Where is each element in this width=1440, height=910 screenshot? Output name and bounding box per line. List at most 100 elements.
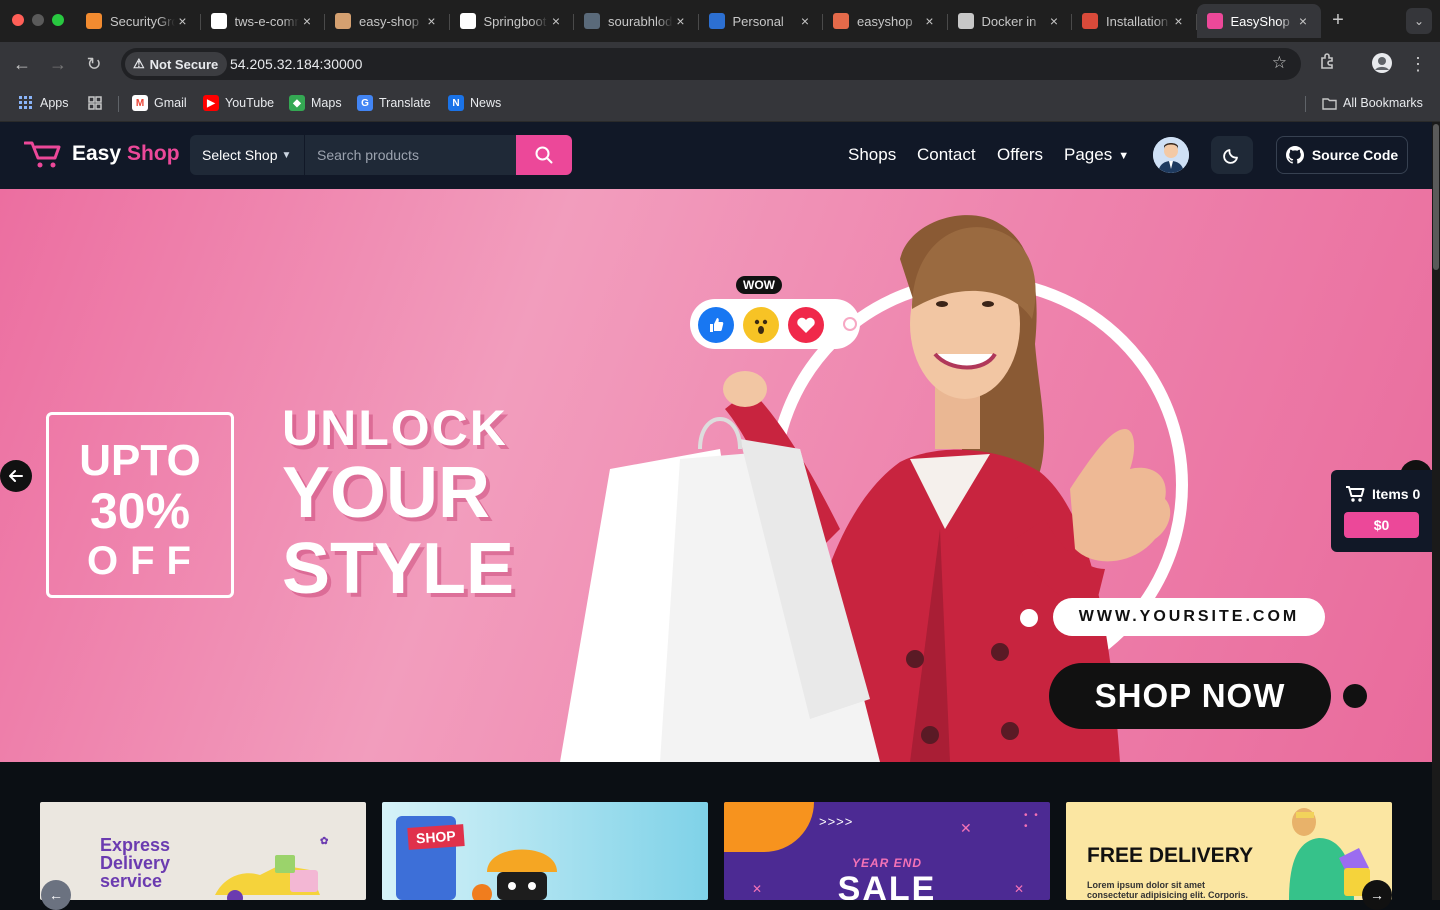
cart-icon bbox=[1346, 486, 1365, 502]
circle-icon bbox=[584, 13, 600, 29]
browser-tab[interactable]: Docker in × bbox=[948, 4, 1072, 38]
card3-subtitle: YEAR END bbox=[851, 856, 922, 870]
site-logo[interactable]: Easy Shop bbox=[24, 139, 180, 169]
all-bookmarks-button[interactable]: All Bookmarks bbox=[1321, 95, 1423, 111]
card4-title: FREE DELIVERY bbox=[1087, 844, 1254, 867]
tab-title: EasyShop bbox=[1230, 13, 1290, 29]
page-scrollbar[interactable] bbox=[1432, 122, 1440, 900]
news-icon: N bbox=[448, 95, 464, 111]
floating-cart-widget[interactable]: Items 0 $0 bbox=[1331, 470, 1432, 552]
bookmark-label: YouTube bbox=[225, 96, 275, 110]
gmail-icon: M bbox=[132, 95, 148, 111]
reload-button[interactable]: ↻ bbox=[82, 52, 106, 76]
maximize-window-button[interactable] bbox=[52, 14, 64, 26]
chevrons-decoration: >>>> bbox=[819, 814, 854, 829]
product-search-bar: Select Shop ▼ bbox=[190, 135, 572, 175]
openai-icon bbox=[957, 13, 974, 29]
minimize-window-button[interactable] bbox=[32, 14, 44, 26]
promo-card-express-delivery[interactable]: Express Delivery service ✿ bbox=[40, 802, 366, 900]
bookmark-label: Translate bbox=[379, 96, 431, 110]
card4-subtitle-line-1: Lorem ipsum dolor sit amet bbox=[1087, 880, 1206, 890]
promo-card-free-delivery[interactable]: FREE DELIVERY Lorem ipsum dolor sit amet… bbox=[1066, 802, 1392, 900]
bookmark-divider bbox=[118, 96, 119, 112]
browser-toolbar: ← → ↻ ⚠ Not Secure 54.205.32.184:30000 ☆… bbox=[0, 42, 1440, 86]
close-tab-icon[interactable]: × bbox=[673, 13, 689, 29]
tab-title: Docker in bbox=[981, 13, 1037, 29]
url-text[interactable]: 54.205.32.184:30000 bbox=[230, 56, 362, 72]
search-input[interactable] bbox=[304, 135, 516, 175]
tab-groups-icon bbox=[87, 95, 103, 111]
cart-total: $0 bbox=[1344, 512, 1419, 538]
select-shop-dropdown[interactable]: Select Shop ▼ bbox=[190, 135, 304, 175]
headline-line-3: STYLE bbox=[282, 529, 515, 609]
nav-link-pages[interactable]: Pages ▼ bbox=[1064, 145, 1129, 165]
github-icon bbox=[210, 13, 227, 29]
browser-tab[interactable]: Personal × bbox=[699, 4, 823, 38]
hero-prev-arrow[interactable] bbox=[0, 460, 32, 492]
youtube-icon: ▶ bbox=[203, 95, 219, 111]
browser-tab[interactable]: EasyShop × bbox=[1196, 4, 1321, 38]
nav-link-offers[interactable]: Offers bbox=[997, 145, 1043, 165]
website-url-pill: WWW.YOURSITE.COM bbox=[1053, 598, 1325, 636]
shop-badge: SHOP bbox=[407, 824, 465, 850]
back-button[interactable]: ← bbox=[10, 52, 34, 76]
browser-tab[interactable]: Springboot × bbox=[450, 4, 574, 38]
close-tab-icon[interactable]: × bbox=[424, 13, 440, 29]
cards-next-arrow[interactable]: → bbox=[1362, 880, 1392, 910]
dark-mode-toggle[interactable] bbox=[1211, 136, 1253, 174]
cards-prev-arrow[interactable]: ← bbox=[41, 880, 71, 910]
scrollbar-thumb[interactable] bbox=[1433, 124, 1439, 270]
new-tab-button[interactable]: + bbox=[1326, 8, 1350, 32]
bookmark-news[interactable]: N News bbox=[448, 95, 501, 111]
extensions-icon[interactable] bbox=[1316, 52, 1340, 76]
dots-decoration: • • • bbox=[1024, 810, 1040, 832]
tab-title: Installation bbox=[1106, 13, 1169, 29]
bookmark-label: Apps bbox=[40, 96, 69, 110]
shop-now-button[interactable]: SHOP NOW bbox=[1049, 663, 1331, 729]
close-tab-icon[interactable]: × bbox=[299, 13, 315, 29]
search-button[interactable] bbox=[516, 135, 572, 175]
close-tab-icon[interactable]: × bbox=[797, 13, 813, 29]
close-tab-icon[interactable]: × bbox=[175, 13, 191, 29]
bookmark-apps[interactable]: Apps bbox=[18, 95, 69, 111]
sparkle-icon: ✕ bbox=[1014, 882, 1025, 896]
github-icon bbox=[459, 13, 476, 29]
close-tab-icon[interactable]: × bbox=[922, 13, 938, 29]
reaction-bubble bbox=[690, 299, 860, 349]
card4-subtitle-line-2: consectetur adipisicing elit. Corporis. bbox=[1087, 890, 1249, 900]
source-code-button[interactable]: Source Code bbox=[1276, 136, 1408, 174]
close-tab-icon[interactable]: × bbox=[1295, 13, 1311, 29]
close-tab-icon[interactable]: × bbox=[1046, 13, 1062, 29]
nav-link-shops[interactable]: Shops bbox=[848, 145, 896, 165]
bookmark-star-icon[interactable]: ☆ bbox=[1272, 53, 1287, 73]
tab-title: tws-e-commerce-app bbox=[234, 13, 300, 29]
nav-link-contact[interactable]: Contact bbox=[917, 145, 976, 165]
address-bar[interactable]: ⚠ Not Secure 54.205.32.184:30000 ☆ bbox=[121, 48, 1301, 80]
maps-icon: ◆ bbox=[289, 95, 305, 111]
profile-avatar-icon[interactable] bbox=[1370, 52, 1394, 76]
bookmark-youtube[interactable]: ▶ YouTube bbox=[203, 95, 274, 111]
browser-tab[interactable]: sourabhlodhi× bbox=[574, 4, 699, 38]
promo-card-year-end-sale[interactable]: >>>> YEAR END SALE ✕ ✕ ✕ • • • bbox=[724, 802, 1050, 900]
tab-list: SecurityGroups×tws-e-commerce-app×easy-s… bbox=[76, 4, 1321, 38]
user-avatar[interactable] bbox=[1153, 137, 1189, 173]
browser-tab[interactable]: easy-shop × bbox=[325, 4, 450, 38]
close-window-button[interactable] bbox=[12, 14, 24, 26]
browser-tab[interactable]: Installation × bbox=[1072, 4, 1197, 38]
browser-tab[interactable]: SecurityGroups× bbox=[76, 4, 201, 38]
tab-search-button[interactable]: ⌄ bbox=[1406, 8, 1432, 34]
discount-badge: UPTO 30% OFF bbox=[46, 412, 234, 598]
browser-tab[interactable]: tws-e-commerce-app× bbox=[201, 4, 325, 38]
close-tab-icon[interactable]: × bbox=[548, 13, 564, 29]
browser-menu-icon[interactable]: ⋮ bbox=[1406, 52, 1430, 76]
browser-tab[interactable]: easyshop × bbox=[823, 4, 948, 38]
bookmark-translate[interactable]: G Translate bbox=[357, 95, 431, 111]
site-security-chip[interactable]: ⚠ Not Secure bbox=[125, 52, 228, 76]
forward-button[interactable]: → bbox=[46, 52, 70, 76]
bookmark-maps[interactable]: ◆ Maps bbox=[289, 95, 342, 111]
card1-title: Express Delivery service bbox=[100, 836, 170, 890]
tab-groups-button[interactable] bbox=[87, 95, 109, 111]
close-tab-icon[interactable]: × bbox=[1171, 13, 1187, 29]
bookmark-gmail[interactable]: M Gmail bbox=[132, 95, 187, 111]
promo-card-shop[interactable]: SHOP bbox=[382, 802, 708, 900]
